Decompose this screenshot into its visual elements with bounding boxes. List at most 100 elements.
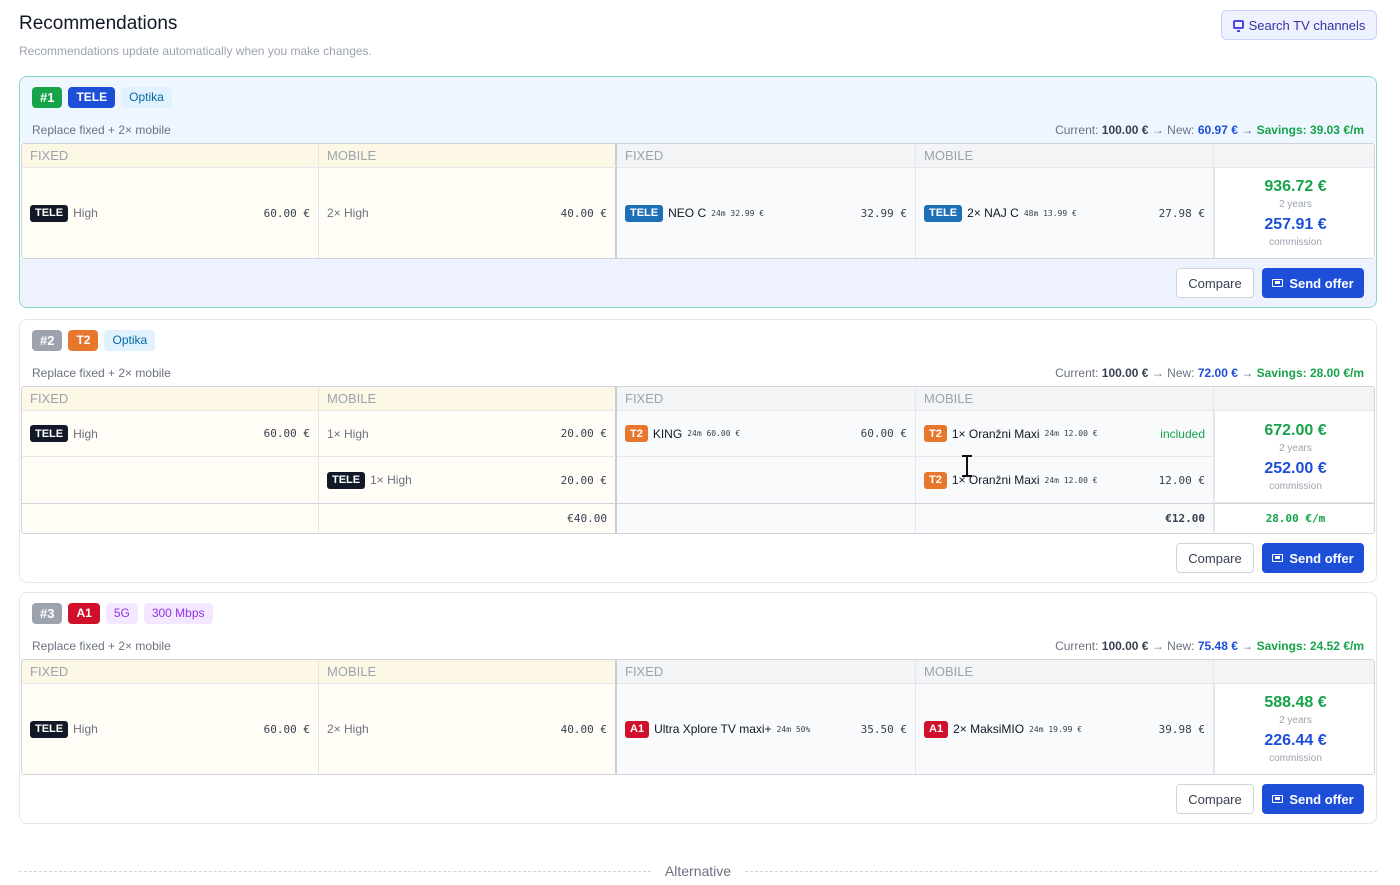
provider-tag: TELE	[30, 204, 69, 222]
subtotal-empty	[617, 503, 916, 533]
offer-actions: Compare Send offer	[20, 534, 1376, 582]
savings-value: 39.03 €/m	[1309, 123, 1364, 137]
provider-tag: A1	[924, 720, 949, 738]
plan-term: 24m 19.99 €	[1029, 724, 1083, 734]
plan-term: 24m 12.00 €	[1044, 429, 1098, 438]
totals-cell: 588.48 € 2 years 226.44 € commission	[1214, 684, 1374, 774]
offer-comparison-table: FIXED MOBILE FIXED MOBILE TELE High 60.0…	[21, 659, 1375, 775]
savings-value: 24.52 €/m	[1309, 639, 1364, 653]
offer-savings-summary: Current: 100.00 € → New: 75.48 € → Savin…	[1055, 639, 1364, 653]
column-header-new-mobile: MOBILE	[916, 144, 1214, 168]
totals-cell: 936.72 € 2 years 257.91 € commission	[1214, 168, 1374, 258]
new-total: 60.97 €	[1197, 123, 1238, 137]
offer-header: #3 A1 5G 300 Mbps	[20, 593, 1376, 633]
plan-price: 60.00 €	[263, 722, 310, 736]
compare-button[interactable]: Compare	[1176, 784, 1254, 814]
compare-button[interactable]: Compare	[1176, 543, 1254, 573]
new-total: 75.48 €	[1197, 639, 1238, 653]
tv-icon	[1232, 19, 1244, 32]
current-fixed-cell: TELE High 60.00 €	[22, 684, 319, 774]
provider-tag: TELE	[30, 720, 69, 738]
send-offer-button[interactable]: Send offer	[1262, 784, 1364, 814]
included-label: included	[1160, 426, 1205, 441]
offer-card-1: #1 TELE Optika Replace fixed + 2× mobile…	[19, 76, 1377, 308]
search-tv-channels-button[interactable]: Search TV channels	[1221, 10, 1377, 40]
current-mobile-cell: TELE 1× High 20.00 €	[319, 457, 617, 503]
plan-label: High	[73, 426, 98, 441]
commission-label: commission	[1269, 753, 1322, 764]
offer-comparison-table: FIXED MOBILE FIXED MOBILE TELE High 60.0…	[21, 386, 1375, 534]
provider-tag: TELE	[625, 204, 664, 222]
plan-label: 1× High	[327, 426, 369, 441]
rank-badge: #1	[32, 86, 63, 108]
commission-value: 257.91 €	[1264, 216, 1327, 233]
tag-chip: 5G	[105, 602, 138, 624]
plan-label: NEO C	[668, 206, 707, 220]
column-header-current-mobile: MOBILE	[319, 660, 617, 684]
text-cursor-icon	[962, 455, 972, 477]
send-offer-button[interactable]: Send offer	[1262, 543, 1364, 573]
page-subtitle: Recommendations update automatically whe…	[19, 44, 372, 58]
column-header-total	[1214, 387, 1374, 411]
new-fixed-cell: TELE NEO C 24m 32.99 € 32.99 €	[617, 168, 916, 258]
alternative-divider: Alternative	[19, 863, 1377, 879]
subtotal-savings-cell: 28.00 €/m	[1214, 503, 1374, 533]
plan-price: 20.00 €	[560, 427, 607, 440]
total-2-years: 936.72 €	[1264, 178, 1327, 195]
current-total: 100.00 €	[1101, 639, 1149, 653]
search-tv-channels-label: Search TV channels	[1248, 17, 1366, 33]
plan-price: 60.00 €	[263, 206, 310, 220]
plan-price: 60.00 €	[860, 427, 907, 440]
totals-cell: 672.00 € 2 years 252.00 € commission	[1214, 411, 1374, 503]
divider-line	[19, 870, 651, 872]
tag-chip: Optika	[121, 86, 172, 108]
tag-chip: 300 Mbps	[143, 602, 213, 624]
provider-tag: A1	[625, 720, 650, 738]
plan-label: 2× MaksiMIO	[953, 722, 1025, 736]
total-2-years-label: 2 years	[1279, 199, 1312, 210]
send-offer-label: Send offer	[1289, 791, 1354, 807]
current-subtotal: €40.00	[567, 512, 607, 525]
current-total: 100.00 €	[1101, 123, 1149, 137]
plan-label: KING	[652, 426, 683, 441]
envelope-icon	[1272, 554, 1284, 562]
alternative-label: Alternative	[664, 863, 732, 879]
offer-summary-row: Replace fixed + 2× mobile Current: 100.0…	[20, 117, 1376, 143]
plan-price: 40.00 €	[560, 206, 607, 220]
compare-button[interactable]: Compare	[1176, 268, 1254, 298]
column-header-total	[1214, 144, 1374, 168]
current-mobile-cell: 2× High 40.00 €	[319, 168, 617, 258]
plan-label: 1× High	[370, 473, 412, 487]
commission-label: commission	[1269, 237, 1322, 248]
offer-description: Replace fixed + 2× mobile	[32, 366, 171, 380]
provider-badge: TELE	[68, 86, 116, 108]
current-mobile-cell: 1× High 20.00 €	[319, 411, 617, 457]
savings-value: 28.00 €/m	[1309, 366, 1364, 380]
commission-label: commission	[1269, 480, 1322, 492]
new-fixed-cell: T2 KING 24m 60.00 € 60.00 €	[617, 411, 916, 457]
offer-actions: Compare Send offer	[20, 775, 1376, 823]
plan-label: Ultra Xplore TV maxi+	[654, 722, 772, 736]
total-2-years: 588.48 €	[1264, 694, 1327, 711]
offer-savings-summary: Current: 100.00 € → New: 60.97 € → Savin…	[1055, 123, 1364, 137]
new-total: 72.00 €	[1197, 366, 1238, 380]
offer-card-2: #2 T2 Optika Replace fixed + 2× mobile C…	[19, 319, 1377, 583]
send-offer-button[interactable]: Send offer	[1262, 268, 1364, 298]
total-2-years-label: 2 years	[1279, 442, 1312, 454]
new-fixed-cell: A1 Ultra Xplore TV maxi+ 24m 50% 35.50 €	[617, 684, 916, 774]
provider-badge: A1	[68, 602, 100, 624]
plan-price: 20.00 €	[560, 473, 607, 487]
provider-tag: TELE	[327, 471, 366, 489]
offer-header: #1 TELE Optika	[20, 77, 1376, 117]
column-header-new-fixed: FIXED	[617, 660, 916, 684]
plan-term: 48m 13.99 €	[1023, 208, 1077, 218]
column-header-current-mobile: MOBILE	[319, 144, 617, 168]
column-header-total	[1214, 660, 1374, 684]
plan-price: 27.98 €	[1158, 206, 1205, 220]
total-2-years-label: 2 years	[1279, 715, 1312, 726]
current-fixed-cell: TELE High 60.00 €	[22, 168, 319, 258]
plan-term: 24m 32.99 €	[711, 208, 765, 218]
page-title: Recommendations	[19, 13, 178, 34]
plan-label: High	[73, 206, 98, 220]
plan-label: 1× Oranžni Maxi	[951, 426, 1040, 441]
